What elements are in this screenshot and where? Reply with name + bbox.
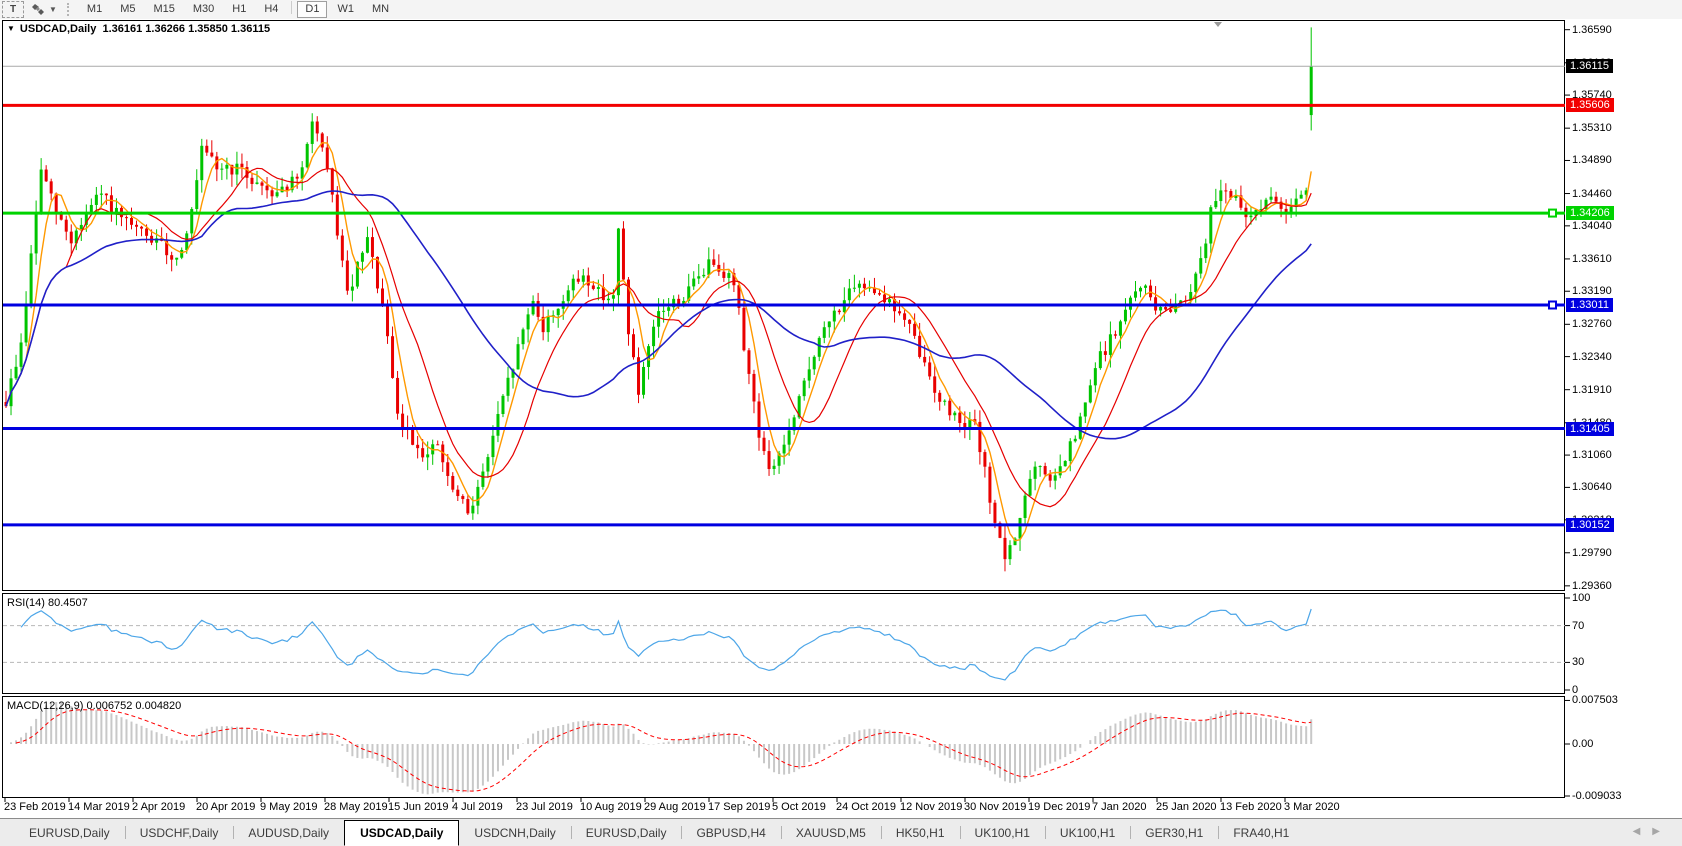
timeframe-buttons: M1M5M15M30H1H4 D1W1MN [78, 1, 398, 18]
chart-ohlc-quotes: 1.36161 1.36266 1.35850 1.36115 [102, 23, 270, 35]
price-axis-tick-label: 1.31910 [1572, 384, 1612, 396]
price-axis-tick-label: 1.35310 [1572, 122, 1612, 134]
chart-title: ▼ USDCAD,Daily 1.36161 1.36266 1.35850 1.… [7, 23, 270, 35]
price-line-label: 1.33011 [1566, 298, 1613, 312]
date-axis-label: 23 Feb 2019 [4, 801, 66, 813]
rsi-label: RSI(14) 80.4507 [7, 597, 88, 609]
price-axis-tick-label: 1.30640 [1572, 481, 1612, 493]
price-axis-tick-label: 1.36590 [1572, 24, 1612, 36]
timeframe-button-W1[interactable]: W1 [329, 1, 362, 18]
chart-tab-ger30-h1[interactable]: GER30,H1 [1130, 819, 1218, 846]
macd-panel[interactable] [2, 696, 1565, 798]
price-axis-tick-label: 1.29360 [1572, 580, 1612, 592]
macd-label: MACD(12,26,9) 0.006752 0.004820 [7, 700, 181, 712]
date-axis-label: 10 Aug 2019 [580, 801, 642, 813]
price-line-label: 1.34206 [1566, 206, 1614, 220]
timeframe-button-M1[interactable]: M1 [79, 1, 110, 18]
date-axis-label: 30 Nov 2019 [964, 801, 1026, 813]
rsi-axis-label: 70 [1572, 620, 1584, 632]
date-axis-label: 4 Jul 2019 [452, 801, 503, 813]
price-line-label: 1.35606 [1566, 98, 1614, 112]
timeframe-button-M30[interactable]: M30 [185, 1, 222, 18]
chart-symbol-label: USDCAD,Daily [20, 23, 96, 35]
date-axis-label: 17 Sep 2019 [708, 801, 770, 813]
date-axis-label: 19 Dec 2019 [1028, 801, 1090, 813]
rsi-panel[interactable] [2, 593, 1565, 694]
chart-tab-hk50-h1[interactable]: HK50,H1 [881, 819, 960, 846]
price-line-label: 1.31405 [1566, 422, 1614, 436]
price-axis-tick-label: 1.32760 [1572, 318, 1612, 330]
draw-objects-icon[interactable]: ▼ [28, 2, 59, 17]
timeframe-button-H4[interactable]: H4 [256, 1, 286, 18]
date-axis-label: 20 Apr 2019 [196, 801, 255, 813]
chart-tab-usdcad-daily[interactable]: USDCAD,Daily [344, 820, 459, 846]
timeframe-button-D1[interactable]: D1 [297, 1, 327, 18]
tab-scroll-arrows: ◀▶ [1633, 826, 1672, 837]
timeframe-button-M5[interactable]: M5 [112, 1, 143, 18]
tab-scroll-right-icon[interactable]: ▶ [1652, 826, 1672, 837]
price-axis-tick-label: 1.33190 [1572, 285, 1612, 297]
date-axis-label: 2 Apr 2019 [132, 801, 185, 813]
price-chart-panel[interactable] [2, 20, 1565, 591]
chart-tab-gbpusd-h4[interactable]: GBPUSD,H4 [681, 819, 780, 846]
date-axis-label: 9 May 2019 [260, 801, 317, 813]
current-price-label: 1.36115 [1566, 59, 1613, 73]
toolbar-separator [291, 1, 292, 14]
timeframe-button-MN[interactable]: MN [364, 1, 397, 18]
date-axis-label: 28 May 2019 [324, 801, 388, 813]
timeframe-button-M15[interactable]: M15 [145, 1, 182, 18]
macd-axis-label: -0.009033 [1572, 790, 1622, 802]
chart-tab-usdchf-daily[interactable]: USDCHF,Daily [125, 819, 234, 846]
toolbar-grip [67, 3, 72, 16]
date-axis-label: 3 Mar 2020 [1284, 801, 1340, 813]
macd-axis-label: 0.007503 [1572, 694, 1618, 706]
date-axis-label: 29 Aug 2019 [644, 801, 706, 813]
price-line-label: 1.30152 [1566, 518, 1614, 532]
price-axis-tick-label: 1.34890 [1572, 154, 1612, 166]
dropdown-caret-icon[interactable]: ▼ [49, 5, 57, 14]
tab-scroll-left-icon[interactable]: ◀ [1633, 826, 1653, 837]
rsi-axis-label: 100 [1572, 592, 1590, 604]
chart-tab-audusd-daily[interactable]: AUDUSD,Daily [233, 819, 344, 846]
diamond-arrows-icon [30, 3, 46, 17]
macd-axis-label: 0.00 [1572, 738, 1593, 750]
date-axis-label: 5 Oct 2019 [772, 801, 826, 813]
rsi-axis-label: 30 [1572, 656, 1584, 668]
date-axis-label: 24 Oct 2019 [836, 801, 896, 813]
mt4-window: T ▼ M1M5M15M30H1H4 D1W1MN ▼ USDCAD,Daily 1… [0, 0, 1682, 846]
chart-tab-usdcnh-daily[interactable]: USDCNH,Daily [459, 819, 570, 846]
chart-tab-uk100-h1[interactable]: UK100,H1 [960, 819, 1045, 846]
text-tool-icon[interactable]: T [2, 1, 24, 18]
price-axis-tick-label: 1.34040 [1572, 220, 1612, 232]
chart-tab-fra40-h1[interactable]: FRA40,H1 [1218, 819, 1304, 846]
price-axis-tick-label: 1.34460 [1572, 188, 1612, 200]
chart-tab-xauusd-m5[interactable]: XAUUSD,M5 [781, 819, 881, 846]
date-axis-label: 7 Jan 2020 [1092, 801, 1146, 813]
date-axis-label: 23 Jul 2019 [516, 801, 573, 813]
top-toolbar: T ▼ M1M5M15M30H1H4 D1W1MN [0, 0, 1682, 19]
price-axis-tick-label: 1.31060 [1572, 449, 1612, 461]
timeframe-button-H1[interactable]: H1 [224, 1, 254, 18]
date-axis-label: 25 Jan 2020 [1156, 801, 1217, 813]
date-axis-label: 13 Feb 2020 [1220, 801, 1282, 813]
date-axis-label: 14 Mar 2019 [68, 801, 130, 813]
price-axis-tick-label: 1.32340 [1572, 351, 1612, 363]
chart-tab-uk100-h1[interactable]: UK100,H1 [1045, 819, 1130, 846]
chart-tab-eurusd-daily[interactable]: EURUSD,Daily [571, 819, 682, 846]
chart-tab-eurusd-daily[interactable]: EURUSD,Daily [14, 819, 125, 846]
date-axis-label: 15 Jun 2019 [388, 801, 449, 813]
price-axis-tick-label: 1.29790 [1572, 547, 1612, 559]
date-axis-label: 12 Nov 2019 [900, 801, 962, 813]
chart-tab-bar: EURUSD,DailyUSDCHF,DailyAUDUSD,DailyUSDC… [0, 818, 1682, 846]
chart-menu-arrow-icon[interactable]: ▼ [7, 24, 15, 33]
price-axis-tick-label: 1.33610 [1572, 253, 1612, 265]
